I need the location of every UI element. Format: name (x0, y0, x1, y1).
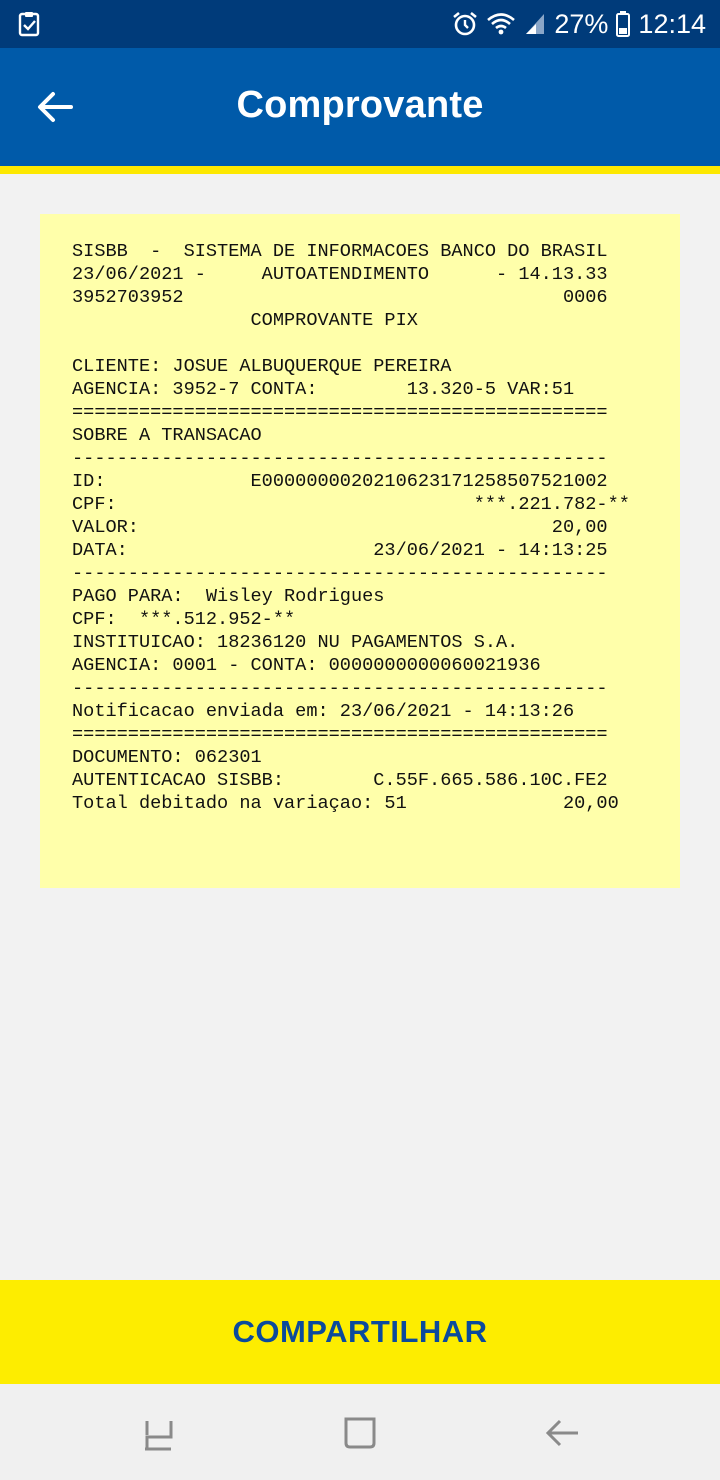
receipt-line: ----------------------------------------… (72, 448, 608, 469)
receipt-line: SISBB - SISTEMA DE INFORMACOES BANCO DO … (72, 241, 608, 262)
receipt-line: DATA: 23/06/2021 - 14:13:25 (72, 540, 608, 561)
task-check-icon (18, 11, 40, 37)
receipt-line: AGENCIA: 3952-7 CONTA: 13.320-5 VAR:51 (72, 379, 575, 400)
battery-level: 27% (554, 8, 609, 39)
app-bar: Comprovante (0, 48, 720, 174)
receipt-line: AGENCIA: 0001 - CONTA: 00000000000600219… (72, 655, 541, 676)
status-indicators: 27% 12:14 (452, 0, 706, 48)
nav-back-button[interactable] (538, 1410, 586, 1456)
share-button[interactable]: COMPARTILHAR (0, 1280, 720, 1384)
receipt-line: 23/06/2021 - AUTOATENDIMENTO - 14.13.33 (72, 264, 608, 285)
signal-icon (524, 12, 546, 36)
receipt-line: Notificacao enviada em: 23/06/2021 - 14:… (72, 701, 575, 722)
home-icon (344, 1417, 376, 1449)
receipt-line: ID: E0000000020210623171258507521002 (72, 471, 608, 492)
home-button[interactable] (336, 1410, 384, 1456)
back-icon (545, 1419, 578, 1447)
receipt-line: ----------------------------------------… (72, 678, 608, 699)
receipt-line: ========================================… (72, 724, 608, 745)
share-button-label: COMPARTILHAR (232, 1314, 488, 1349)
receipt-line: CPF: ***.512.952-** (72, 609, 296, 630)
receipt-line: DOCUMENTO: 062301 (72, 747, 262, 768)
recents-icon (145, 1421, 173, 1451)
receipt: SISBB - SISTEMA DE INFORMACOES BANCO DO … (40, 214, 680, 888)
battery-icon (616, 11, 631, 37)
receipt-line: COMPROVANTE PIX (72, 310, 418, 331)
clock: 12:14 (638, 8, 706, 39)
receipt-line: VALOR: 20,00 (72, 517, 608, 538)
receipt-line: PAGO PARA: Wisley Rodrigues (72, 586, 385, 607)
receipt-line: SOBRE A TRANSACAO (72, 425, 262, 446)
receipt-line: INSTITUICAO: 18236120 NU PAGAMENTOS S.A. (72, 632, 519, 653)
wifi-icon (486, 12, 516, 36)
status-bar: 27% 12:14 (0, 0, 720, 48)
receipt-line: 3952703952 0006 (72, 287, 608, 308)
receipt-line: ----------------------------------------… (72, 563, 608, 584)
receipt-line: CPF: ***.221.782-** (72, 494, 630, 515)
recents-button[interactable] (135, 1410, 183, 1456)
alarm-icon (452, 11, 478, 37)
receipt-line: ========================================… (72, 402, 608, 423)
navigation-bar (0, 1384, 720, 1480)
receipt-line: AUTENTICACAO SISBB: C.55F.665.586.10C.FE… (72, 770, 608, 791)
receipt-line (72, 332, 648, 355)
receipt-line: CLIENTE: JOSUE ALBUQUERQUE PEREIRA (72, 356, 452, 377)
receipt-line: Total debitado na variaçao: 51 20,00 (72, 793, 619, 814)
yellow-accent-stripe (0, 166, 720, 174)
page-title: Comprovante (236, 84, 484, 126)
